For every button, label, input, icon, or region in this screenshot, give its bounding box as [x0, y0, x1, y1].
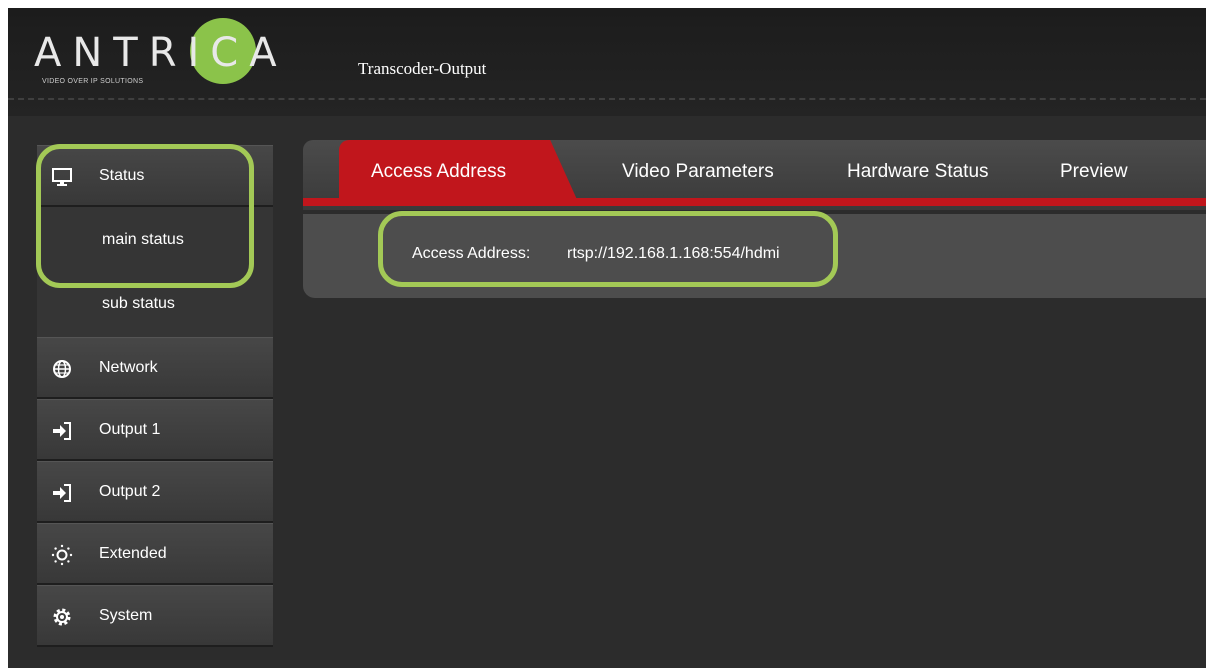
sidebar-item-output-1[interactable]: Output 1 [37, 399, 273, 461]
highlight-annotation-status [36, 144, 254, 288]
logo-tagline: VIDEO OVER IP SOLUTIONS [42, 78, 144, 85]
header-bar: ANTRICA VIDEO OVER IP SOLUTIONS Transcod… [8, 8, 1206, 116]
sidebar-item-label: Network [99, 359, 158, 376]
tab-access-address[interactable]: Access Address [339, 140, 579, 204]
tab-video-parameters[interactable]: Video Parameters [622, 140, 774, 204]
sidebar-item-label: System [99, 607, 153, 624]
page-title: Transcoder-Output [358, 59, 487, 78]
antrica-logo[interactable]: ANTRICA VIDEO OVER IP SOLUTIONS [34, 16, 304, 88]
sidebar-item-label: Extended [99, 545, 167, 562]
sidebar-subitem-label: sub status [102, 295, 175, 312]
tab-preview[interactable]: Preview [1060, 140, 1128, 204]
sign-in-icon [51, 482, 73, 504]
header-divider [8, 98, 1206, 100]
sidebar-item-extended[interactable]: Extended [37, 523, 273, 585]
sidebar-item-label: Output 1 [99, 421, 161, 438]
gear-icon [51, 606, 73, 628]
sign-in-icon [51, 420, 73, 442]
highlight-annotation-address [378, 211, 838, 287]
logo-text: ANTRICA [34, 30, 288, 76]
app-window: ANTRICA VIDEO OVER IP SOLUTIONS Transcod… [8, 8, 1206, 668]
tab-underline [303, 198, 1206, 206]
sidebar-item-output-2[interactable]: Output 2 [37, 461, 273, 523]
sidebar-item-label: Output 2 [99, 483, 161, 500]
sidebar-item-network[interactable]: Network [37, 337, 273, 399]
sun-dots-icon [51, 544, 73, 566]
tab-hardware-status[interactable]: Hardware Status [847, 140, 989, 204]
sidebar-item-system[interactable]: System [37, 585, 273, 647]
globe-icon [51, 358, 73, 380]
